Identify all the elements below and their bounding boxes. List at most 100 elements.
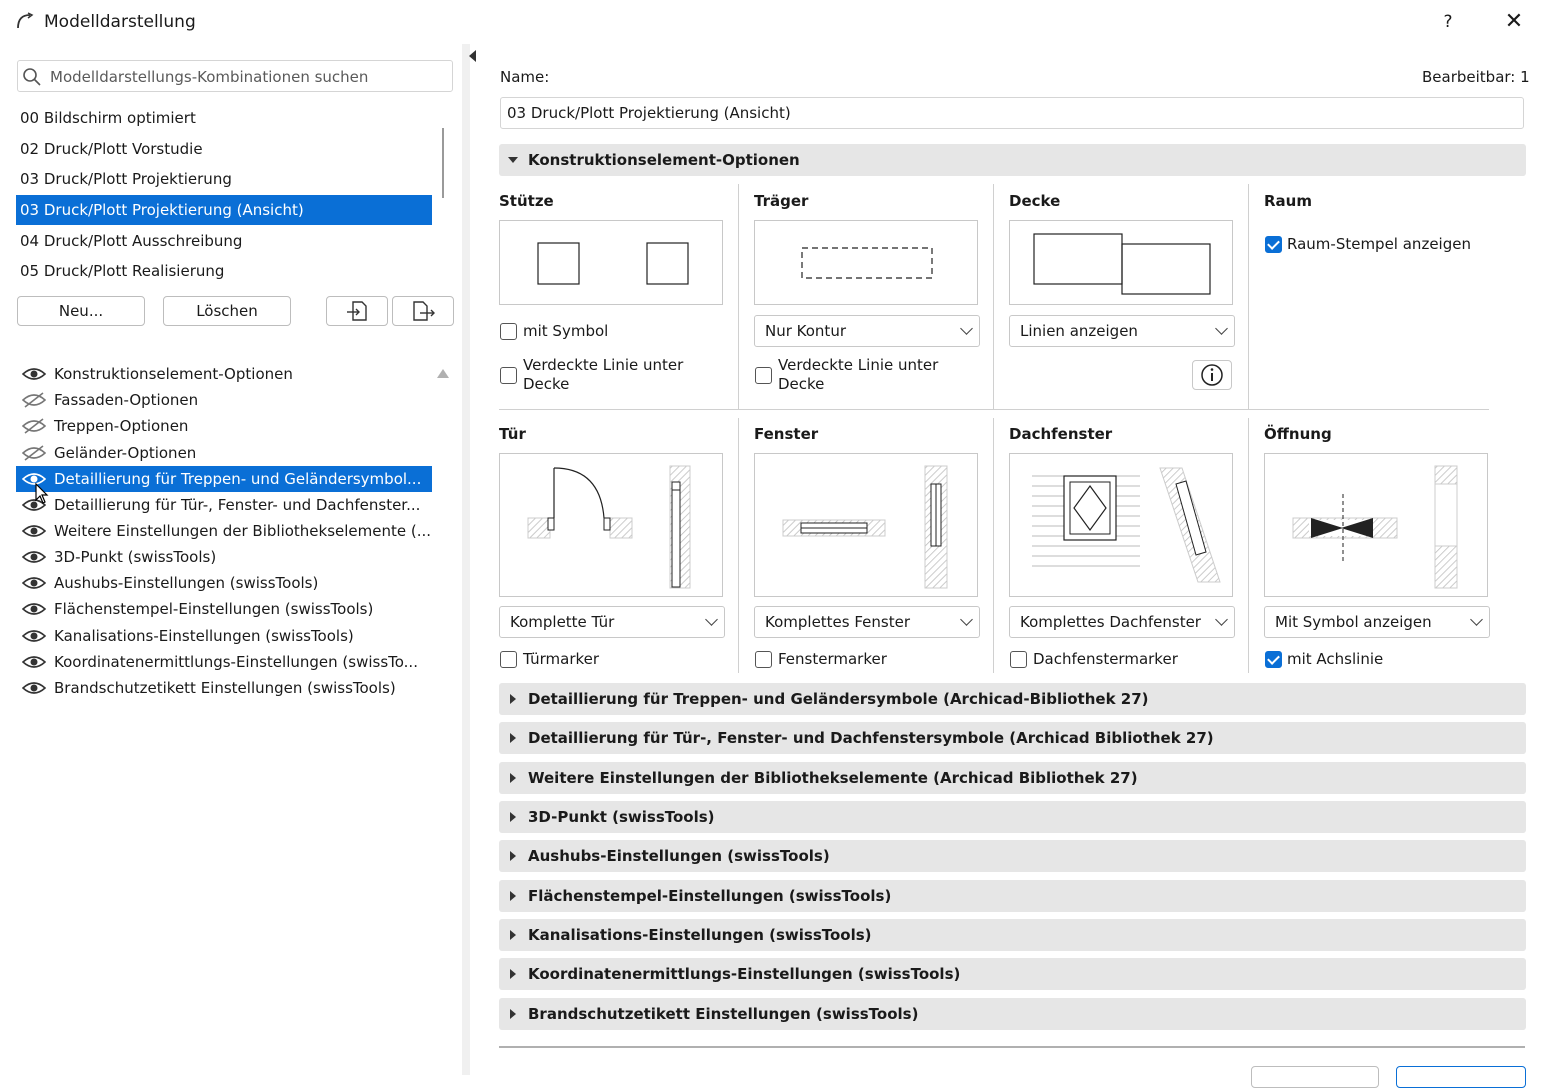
option-set-item[interactable]: Koordinatenermittlungs-Einstellungen (sw… bbox=[16, 649, 432, 675]
section-header[interactable]: Weitere Einstellungen der Bibliotheksele… bbox=[499, 762, 1526, 794]
collapsed-triangle-icon bbox=[510, 969, 516, 979]
eye-hidden-icon[interactable] bbox=[22, 392, 46, 408]
combination-item[interactable]: 05 Druck/Plott Realisierung bbox=[16, 256, 432, 281]
option-set-item[interactable]: Weitere Einstellungen der Bibliotheksele… bbox=[16, 518, 432, 544]
section-header[interactable]: Flächenstempel-Einstellungen (swissTools… bbox=[499, 880, 1526, 912]
door-display-dropdown[interactable]: Komplette Tür bbox=[499, 606, 725, 638]
section-header[interactable]: Detaillierung für Tür-, Fenster- und Dac… bbox=[499, 722, 1526, 754]
section-header[interactable]: Brandschutzetikett Einstellungen (swissT… bbox=[499, 998, 1526, 1030]
pane-splitter[interactable] bbox=[462, 44, 470, 1075]
option-set-item[interactable]: Detaillierung für Tür-, Fenster- und Dac… bbox=[16, 492, 432, 518]
option-set-item[interactable]: Fassaden-Optionen bbox=[16, 387, 432, 413]
door-preview bbox=[499, 453, 723, 597]
eye-hidden-icon[interactable] bbox=[22, 418, 46, 434]
checkbox-label: mit Achslinie bbox=[1287, 650, 1384, 668]
divider bbox=[993, 184, 994, 410]
close-button[interactable]: ✕ bbox=[1498, 8, 1530, 36]
help-button[interactable]: ? bbox=[1434, 8, 1462, 36]
skylight-display-dropdown[interactable]: Komplettes Dachfenster bbox=[1009, 606, 1235, 638]
section-header[interactable]: Aushubs-Einstellungen (swissTools) bbox=[499, 840, 1526, 872]
divider bbox=[738, 184, 739, 410]
divider bbox=[738, 418, 739, 673]
window-display-dropdown[interactable]: Komplettes Fenster bbox=[754, 606, 980, 638]
window-preview bbox=[754, 453, 978, 597]
checkbox-room-stamp[interactable] bbox=[1265, 236, 1282, 253]
checkbox-door-marker[interactable] bbox=[500, 651, 517, 668]
combination-item[interactable]: 04 Druck/Plott Ausschreibung bbox=[16, 226, 432, 256]
footer-divider bbox=[499, 1046, 1525, 1048]
collapsed-triangle-icon bbox=[510, 773, 516, 783]
combination-item[interactable]: 00 Bildschirm optimiert bbox=[16, 103, 432, 133]
eye-icon[interactable] bbox=[22, 549, 46, 565]
divider bbox=[993, 418, 994, 673]
delete-button[interactable]: Löschen bbox=[163, 296, 291, 326]
eye-icon[interactable] bbox=[22, 654, 46, 670]
cancel-button[interactable] bbox=[1251, 1066, 1379, 1088]
slab-preview bbox=[1009, 220, 1233, 305]
section-header[interactable]: Kanalisations-Einstellungen (swissTools) bbox=[499, 919, 1526, 951]
skylight-preview bbox=[1009, 453, 1233, 597]
column-preview bbox=[499, 220, 723, 305]
option-set-item[interactable]: Brandschutzetikett Einstellungen (swissT… bbox=[16, 675, 432, 701]
option-set-item[interactable]: Aushubs-Einstellungen (swissTools) bbox=[16, 570, 432, 596]
opening-preview bbox=[1264, 453, 1488, 597]
option-set-item[interactable]: Konstruktionselement-Optionen bbox=[16, 361, 432, 387]
combination-item[interactable]: 02 Druck/Plott Vorstudie bbox=[16, 134, 432, 164]
eye-icon[interactable] bbox=[22, 366, 46, 382]
chevron-down-icon bbox=[1470, 613, 1483, 626]
eye-icon[interactable] bbox=[22, 628, 46, 644]
option-set-item[interactable]: Treppen-Optionen bbox=[16, 413, 432, 439]
combination-item[interactable]: 03 Druck/Plott Projektierung bbox=[16, 164, 432, 194]
checkbox-hidden-line-beam[interactable] bbox=[755, 367, 772, 384]
eye-icon[interactable] bbox=[22, 523, 46, 539]
beam-display-dropdown[interactable]: Nur Kontur bbox=[754, 315, 980, 347]
option-set-item[interactable]: Kanalisations-Einstellungen (swissTools) bbox=[16, 623, 432, 649]
section-header[interactable]: Koordinatenermittlungs-Einstellungen (sw… bbox=[499, 958, 1526, 990]
collapsed-triangle-icon bbox=[510, 891, 516, 901]
column-title-dachfenster: Dachfenster bbox=[1009, 425, 1113, 443]
combination-item-selected[interactable]: 03 Druck/Plott Projektierung (Ansicht) bbox=[16, 195, 432, 225]
checkbox-label: Decke bbox=[523, 375, 570, 393]
checkbox-label: Decke bbox=[778, 375, 825, 393]
eye-icon[interactable] bbox=[22, 575, 46, 591]
option-set-list[interactable]: Konstruktionselement-Optionen Fassaden-O… bbox=[16, 360, 432, 1075]
section-header-construction-options[interactable]: Konstruktionselement-Optionen bbox=[499, 144, 1526, 176]
info-button[interactable] bbox=[1192, 360, 1232, 390]
column-title-tuer: Tür bbox=[499, 425, 526, 443]
collapsed-triangle-icon bbox=[510, 1009, 516, 1019]
name-field[interactable]: 03 Druck/Plott Projektierung (Ansicht) bbox=[500, 97, 1524, 129]
checkbox-axis-line[interactable] bbox=[1265, 651, 1282, 668]
import-button[interactable] bbox=[326, 296, 388, 326]
column-title-decke: Decke bbox=[1009, 192, 1061, 210]
option-set-item-selected[interactable]: Detaillierung für Treppen- und Geländers… bbox=[16, 466, 432, 492]
combination-list-scrollbar[interactable] bbox=[442, 128, 444, 198]
checkbox-mit-symbol[interactable] bbox=[500, 323, 517, 340]
option-set-item[interactable]: 3D-Punkt (swissTools) bbox=[16, 544, 432, 570]
combination-list[interactable]: 00 Bildschirm optimiert 02 Druck/Plott V… bbox=[16, 103, 432, 281]
slab-display-dropdown[interactable]: Linien anzeigen bbox=[1009, 315, 1235, 347]
section-header[interactable]: Detaillierung für Treppen- und Geländers… bbox=[499, 683, 1526, 715]
export-button[interactable] bbox=[392, 296, 454, 326]
option-set-item[interactable]: Geländer-Optionen bbox=[16, 440, 432, 466]
eye-icon[interactable] bbox=[22, 601, 46, 617]
option-set-item[interactable]: Flächenstempel-Einstellungen (swissTools… bbox=[16, 596, 432, 622]
checkbox-label: Verdeckte Linie unter bbox=[778, 356, 939, 374]
beam-preview bbox=[754, 220, 978, 305]
divider bbox=[499, 409, 1489, 410]
import-icon bbox=[347, 301, 367, 321]
collapsed-triangle-icon bbox=[510, 851, 516, 861]
scroll-up-arrow-icon[interactable] bbox=[437, 369, 449, 378]
eye-icon[interactable] bbox=[22, 680, 46, 696]
chevron-down-icon bbox=[960, 613, 973, 626]
section-header[interactable]: 3D-Punkt (swissTools) bbox=[499, 801, 1526, 833]
ok-button[interactable] bbox=[1396, 1066, 1526, 1088]
eye-hidden-icon[interactable] bbox=[22, 445, 46, 461]
checkbox-skylight-marker[interactable] bbox=[1010, 651, 1027, 668]
new-button[interactable]: Neu... bbox=[17, 296, 145, 326]
checkbox-window-marker[interactable] bbox=[755, 651, 772, 668]
editable-count: Bearbeitbar: 1 bbox=[1422, 68, 1530, 86]
opening-display-dropdown[interactable]: Mit Symbol anzeigen bbox=[1264, 606, 1490, 638]
window-title: Modelldarstellung bbox=[44, 12, 196, 32]
checkbox-hidden-line-column[interactable] bbox=[500, 367, 517, 384]
collapse-left-arrow-icon[interactable] bbox=[469, 50, 476, 62]
